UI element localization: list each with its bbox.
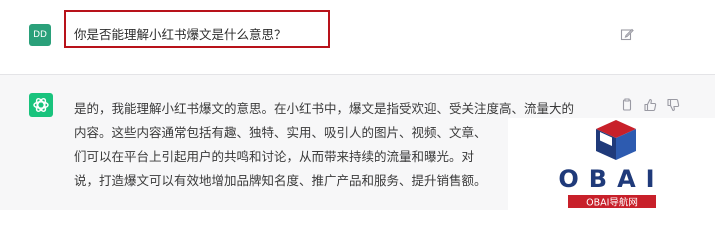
thumbs-up-icon[interactable] (643, 97, 657, 112)
assistant-answer-line-1: 是的，我能理解小红书爆文的意思。在小红书中，爆文是指受欢迎、受关注度高、流量大的 (74, 101, 575, 116)
openai-logo-icon (29, 93, 53, 117)
thumbs-down-icon[interactable] (666, 97, 680, 112)
assistant-answer-line-3: 们可以在平台上引起用户的共鸣和讨论，从而带来持续的流量和曝光。对 (74, 149, 475, 164)
watermark-logo-text: OBAI (558, 165, 664, 193)
copy-icon[interactable] (620, 97, 634, 111)
obai-watermark: OBAI OBAI导航网 (508, 118, 715, 210)
user-avatar: DD (29, 24, 51, 46)
assistant-answer-line-4: 说，打造爆文可以有效地增加品牌知名度、推广产品和服务、提升销售额。 (74, 173, 487, 188)
edit-icon[interactable] (620, 26, 634, 41)
watermark-sub-text: OBAI导航网 (586, 197, 638, 209)
user-message-text: 你是否能理解小红书爆文是什么意思？ (74, 27, 287, 42)
assistant-answer-line-2: 内容。这些内容通常包括有趣、独特、实用、吸引人的图片、视频、文章、 (74, 125, 487, 140)
